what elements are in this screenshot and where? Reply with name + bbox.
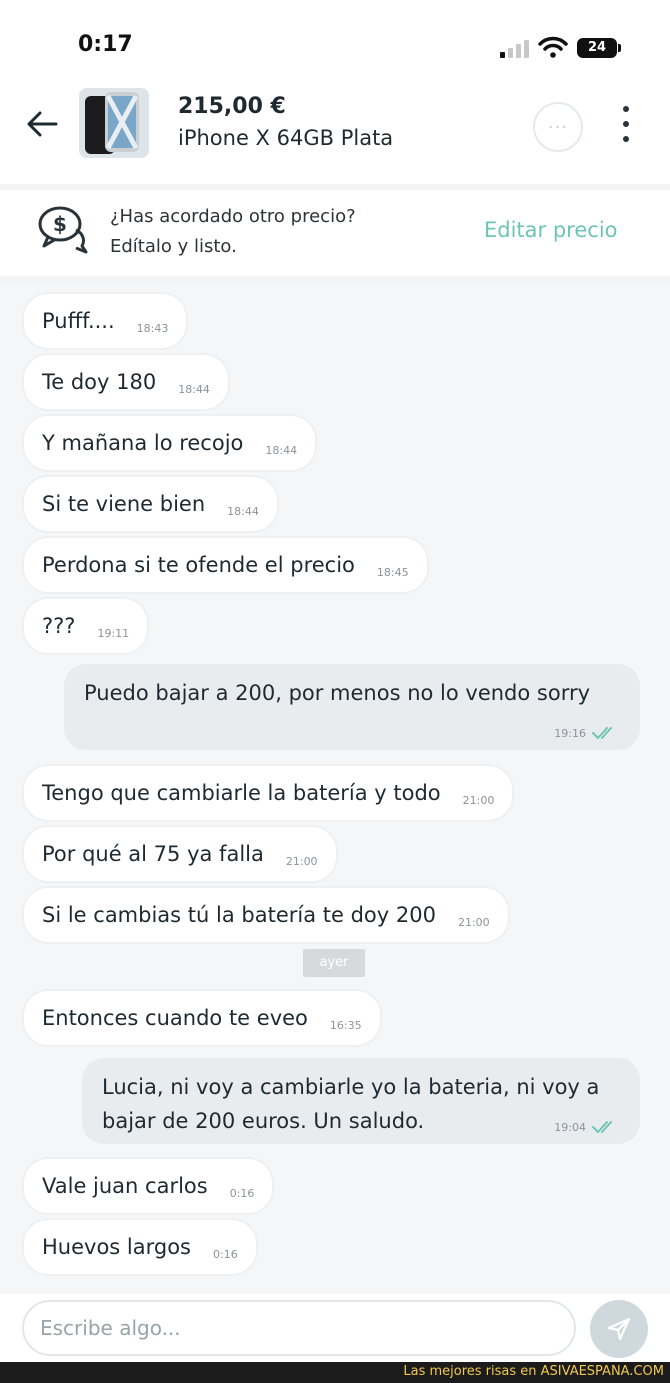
read-receipt-icon: [592, 727, 612, 739]
message-time: 18:44: [227, 504, 259, 518]
message-sent[interactable]: Puedo bajar a 200, por menos no lo vendo…: [64, 664, 640, 750]
message-time: 19:04: [554, 1120, 586, 1134]
send-button[interactable]: [590, 1300, 648, 1358]
message-time: 16:35: [329, 1018, 362, 1032]
message-received[interactable]: Huevos largos 0:16: [24, 1220, 256, 1274]
message-text: Puedo bajar a 200, por menos no lo vendo…: [84, 681, 591, 705]
message-received[interactable]: Perdona si te ofende el precio 18:45: [24, 538, 427, 592]
message-text: ???: [42, 614, 76, 638]
message-received[interactable]: Pufff.... 18:43: [24, 294, 187, 348]
more-options-button[interactable]: ···: [533, 102, 583, 152]
message-text: Por qué al 75 ya falla: [42, 842, 264, 866]
message-time: 0:16: [213, 1247, 238, 1261]
message-time: 21:00: [462, 793, 495, 807]
svg-text:$: $: [53, 212, 67, 236]
battery-icon: 24: [577, 38, 621, 58]
message-time: 19:16: [554, 726, 586, 740]
message-text: Entonces cuando te eveo: [42, 1006, 308, 1030]
iphone-image: [79, 88, 149, 158]
message-received[interactable]: Vale juan carlos 0:16: [24, 1159, 273, 1213]
message-text: Si le cambias tú la batería te doy 200: [42, 903, 436, 927]
message-composer: [0, 1294, 670, 1362]
message-received[interactable]: Si le cambias tú la batería te doy 200 2…: [24, 888, 508, 942]
message-input[interactable]: [22, 1300, 576, 1356]
message-time: 21:00: [285, 854, 318, 868]
message-text: Si te viene bien: [42, 492, 206, 516]
message-text: Huevos largos: [42, 1235, 191, 1259]
price-banner: $ ¿Has acordado otro precio? Edítalo y l…: [0, 190, 670, 276]
message-received[interactable]: ??? 19:11: [24, 599, 148, 653]
read-receipt-icon: [592, 1121, 612, 1133]
message-received[interactable]: Entonces cuando te eveo 16:35: [24, 991, 380, 1045]
message-text: Y mañana lo recojo: [42, 431, 244, 455]
send-icon: [607, 1317, 631, 1341]
message-time: 19:11: [97, 626, 130, 640]
price-chat-icon: $: [38, 206, 88, 254]
watermark-footer: Las mejores risas en ASIVAESPANA.COM: [0, 1362, 670, 1383]
message-text: Perdona si te ofende el precio: [42, 553, 355, 577]
message-received[interactable]: Por qué al 75 ya falla 21:00: [24, 827, 336, 881]
message-text: Tengo que cambiarle la batería y todo: [42, 781, 441, 805]
conversation-header: 215,00 € iPhone X 64GB Plata ···: [0, 82, 670, 182]
message-time: 18:44: [265, 443, 298, 457]
message-received[interactable]: Si te viene bien 18:44: [24, 477, 277, 531]
message-sent[interactable]: Lucia, ni voy a cambiarle yo la bateria,…: [82, 1058, 640, 1144]
message-time: 21:00: [457, 915, 490, 929]
back-arrow-icon[interactable]: [22, 104, 62, 144]
product-thumbnail[interactable]: [79, 88, 149, 158]
status-bar: 0:17 24: [0, 0, 670, 80]
watermark-text: Las mejores risas en ASIVAESPANA.COM: [403, 1364, 664, 1379]
message-received[interactable]: Tengo que cambiarle la batería y todo 21…: [24, 766, 513, 820]
message-text: Te doy 180: [42, 370, 157, 394]
message-time: 18:45: [376, 565, 409, 579]
chat-area[interactable]: Pufff.... 18:43 Te doy 180 18:44 Y mañan…: [0, 282, 670, 1294]
message-text: Vale juan carlos: [42, 1174, 208, 1198]
wifi-icon: [538, 36, 568, 58]
banner-question: ¿Has acordado otro precio?: [110, 206, 356, 227]
message-text: Lucia, ni voy a cambiarle yo la bateria,…: [102, 1075, 600, 1133]
signal-icon: [500, 40, 534, 58]
edit-price-link[interactable]: Editar precio: [484, 218, 618, 242]
message-received[interactable]: Te doy 180 18:44: [24, 355, 228, 409]
message-received[interactable]: Y mañana lo recojo 18:44: [24, 416, 316, 470]
message-time: 0:16: [229, 1186, 255, 1200]
message-time: 18:44: [178, 382, 210, 396]
message-time: 18:43: [136, 321, 169, 335]
product-title[interactable]: iPhone X 64GB Plata: [178, 126, 393, 150]
product-price: 215,00 €: [178, 94, 286, 119]
day-separator: ayer: [303, 949, 365, 977]
status-time: 0:17: [78, 32, 133, 57]
banner-subtitle: Edítalo y listo.: [110, 236, 237, 257]
message-text: Pufff....: [42, 309, 115, 333]
kebab-menu-icon[interactable]: [612, 102, 640, 146]
